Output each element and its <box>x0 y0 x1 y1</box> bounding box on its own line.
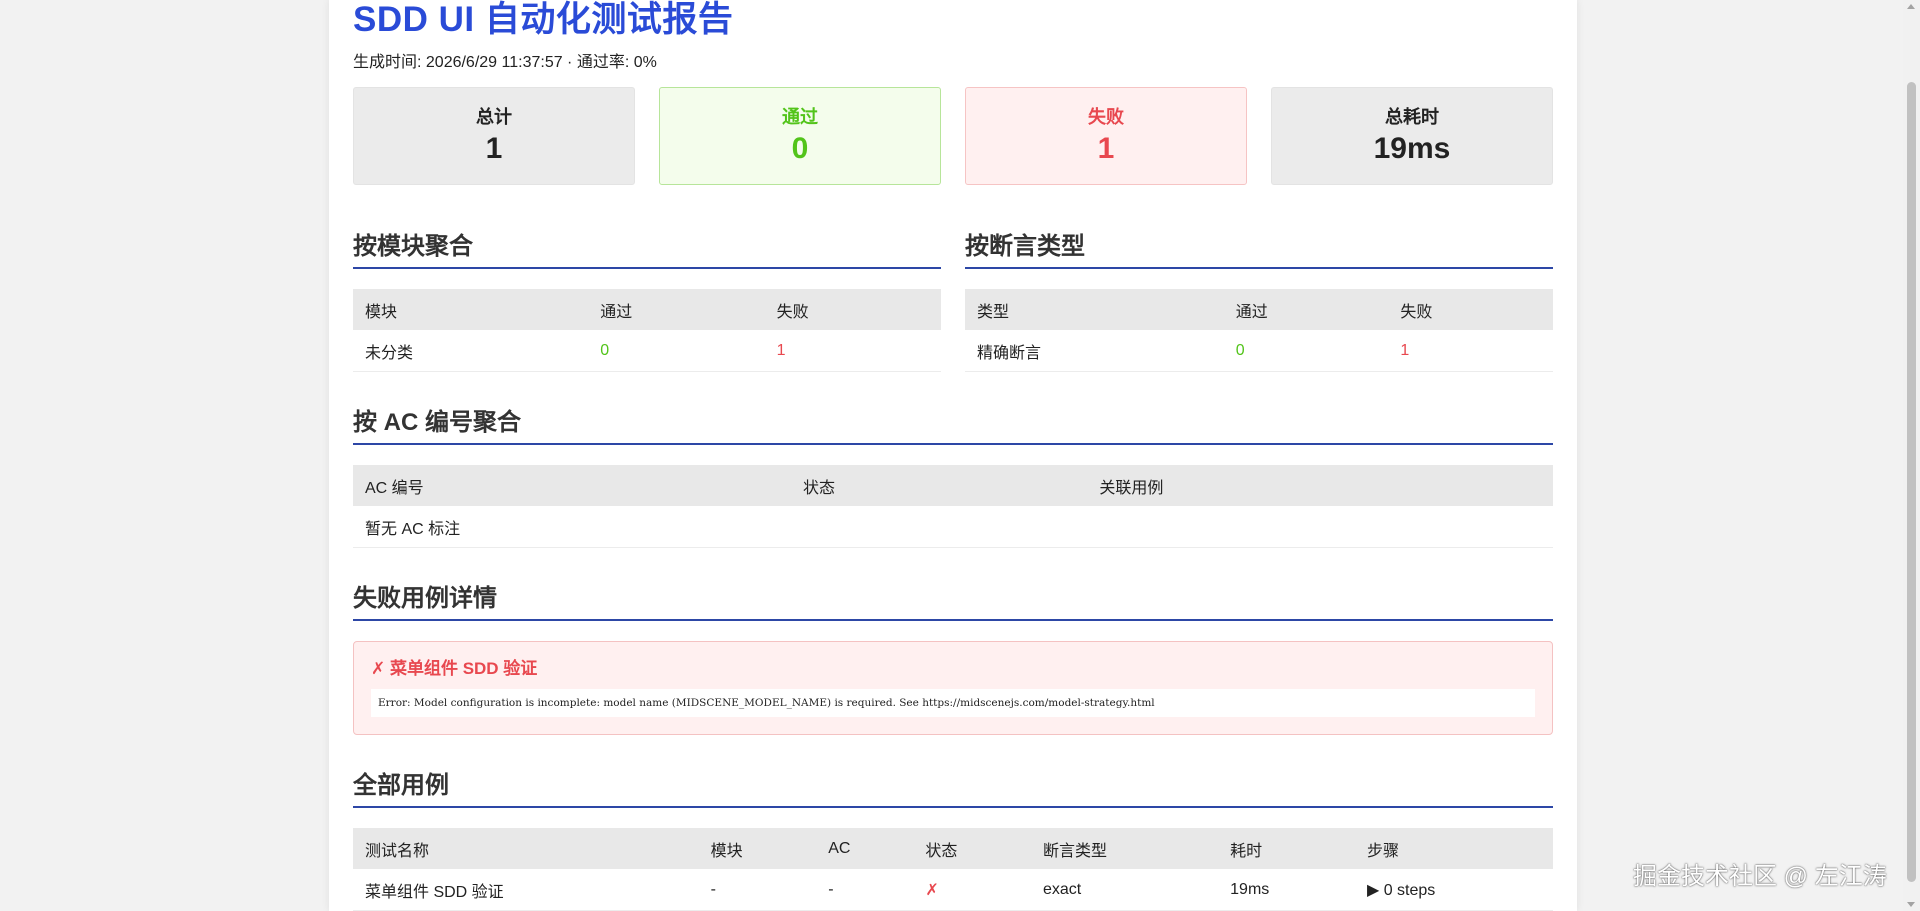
ac-empty-cell: 暂无 AC 标注 <box>353 506 1553 548</box>
column-header: 步骤 <box>1354 828 1553 869</box>
case-duration-cell: 19ms <box>1218 869 1355 911</box>
column-header: 关联用例 <box>1087 465 1553 506</box>
column-header: AC 编号 <box>353 465 791 506</box>
vertical-scrollbar[interactable] <box>1903 0 1920 911</box>
total-card: 总计 1 <box>353 87 635 185</box>
column-header: 通过 <box>1223 289 1389 330</box>
duration-value: 19ms <box>1373 132 1451 165</box>
assertion-heading: 按断言类型 <box>965 230 1553 269</box>
table-header-row: AC 编号 状态 关联用例 <box>353 465 1553 506</box>
ac-table: AC 编号 状态 关联用例 暂无 AC 标注 <box>353 465 1553 548</box>
aggregation-row: 按模块聚合 模块 通过 失败 未分类 0 1 按断言类型 类型 通过 失败 精确… <box>353 230 1553 372</box>
column-header: 失败 <box>1388 289 1553 330</box>
column-header: 模块 <box>698 828 817 869</box>
scroll-up-arrow-icon[interactable] <box>1907 4 1915 9</box>
duration-card: 总耗时 19ms <box>1271 87 1553 185</box>
module-fail-cell: 1 <box>764 330 941 372</box>
ac-section: 按 AC 编号聚合 AC 编号 状态 关联用例 暂无 AC 标注 <box>353 406 1553 548</box>
total-value: 1 <box>485 132 503 165</box>
column-header: 测试名称 <box>353 828 699 869</box>
all-cases-table: 测试名称 模块 AC 状态 断言类型 耗时 步骤 菜单组件 SDD 验证 - - <box>353 828 1553 911</box>
page-title: SDD UI 自动化测试报告 <box>353 0 734 39</box>
duration-label: 总耗时 <box>1385 107 1439 127</box>
report-meta: 生成时间: 2026/6/29 11:37:57 · 通过率: 0% <box>353 54 657 71</box>
failure-error-message: Error: Model configuration is incomplete… <box>371 689 1535 717</box>
table-header-row: 测试名称 模块 AC 状态 断言类型 耗时 步骤 <box>353 828 1553 869</box>
table-row: 菜单组件 SDD 验证 - - ✗ exact 19ms ▶ 0 steps <box>353 869 1553 911</box>
column-header: 类型 <box>965 289 1224 330</box>
summary-cards: 总计 1 通过 0 失败 1 总耗时 19ms <box>353 87 1553 185</box>
column-header: 耗时 <box>1218 828 1355 869</box>
pass-value: 0 <box>791 132 809 165</box>
all-cases-heading: 全部用例 <box>353 769 1553 808</box>
module-section: 按模块聚合 模块 通过 失败 未分类 0 1 <box>353 230 941 372</box>
fail-value: 1 <box>1097 132 1115 165</box>
column-header: 状态 <box>913 828 1031 869</box>
table-row: 未分类 0 1 <box>353 330 941 372</box>
column-header: 状态 <box>791 465 1088 506</box>
column-header: AC <box>816 828 914 869</box>
module-name-cell: 未分类 <box>353 330 589 372</box>
assertion-section: 按断言类型 类型 通过 失败 精确断言 0 1 <box>965 230 1553 372</box>
column-header: 失败 <box>764 289 941 330</box>
case-steps-toggle[interactable]: ▶ 0 steps <box>1354 869 1553 911</box>
failure-item: ✗ 菜单组件 SDD 验证 Error: Model configuration… <box>353 641 1553 735</box>
scroll-down-arrow-icon[interactable] <box>1907 902 1915 907</box>
fail-card: 失败 1 <box>965 87 1247 185</box>
table-header-row: 模块 通过 失败 <box>353 289 941 330</box>
module-pass-cell: 0 <box>588 330 765 372</box>
assertion-type-cell: 精确断言 <box>965 330 1224 372</box>
case-ac-cell: - <box>816 869 914 911</box>
scrollbar-thumb[interactable] <box>1907 82 1916 882</box>
case-module-cell: - <box>698 869 817 911</box>
watermark: 掘金技术社区 @ 左江涛 <box>1633 863 1887 890</box>
case-assertion-cell: exact <box>1030 869 1219 911</box>
failure-title: ✗ 菜单组件 SDD 验证 <box>371 659 538 678</box>
table-row: 精确断言 0 1 <box>965 330 1553 372</box>
fail-label: 失败 <box>1088 107 1124 127</box>
pass-label: 通过 <box>782 107 818 127</box>
all-cases-section: 全部用例 测试名称 模块 AC 状态 断言类型 耗时 步骤 菜单组件 SDD 验… <box>353 769 1553 911</box>
assertion-fail-cell: 1 <box>1388 330 1553 372</box>
report-content: SDD UI 自动化测试报告 生成时间: 2026/6/29 11:37:57 … <box>353 0 1553 911</box>
report-page: SDD UI 自动化测试报告 生成时间: 2026/6/29 11:37:57 … <box>329 0 1577 911</box>
module-table: 模块 通过 失败 未分类 0 1 <box>353 289 941 372</box>
ac-heading: 按 AC 编号聚合 <box>353 406 1553 445</box>
failures-heading: 失败用例详情 <box>353 582 1553 621</box>
table-header-row: 类型 通过 失败 <box>965 289 1553 330</box>
table-row: 暂无 AC 标注 <box>353 506 1553 548</box>
assertion-table: 类型 通过 失败 精确断言 0 1 <box>965 289 1553 372</box>
column-header: 断言类型 <box>1030 828 1219 869</box>
case-status-cell: ✗ <box>913 869 1031 911</box>
column-header: 模块 <box>353 289 589 330</box>
module-heading: 按模块聚合 <box>353 230 941 269</box>
case-name-cell: 菜单组件 SDD 验证 <box>353 869 699 911</box>
total-label: 总计 <box>476 107 512 127</box>
failures-section: 失败用例详情 ✗ 菜单组件 SDD 验证 Error: Model config… <box>353 582 1553 735</box>
column-header: 通过 <box>588 289 765 330</box>
assertion-pass-cell: 0 <box>1223 330 1389 372</box>
pass-card: 通过 0 <box>659 87 941 185</box>
